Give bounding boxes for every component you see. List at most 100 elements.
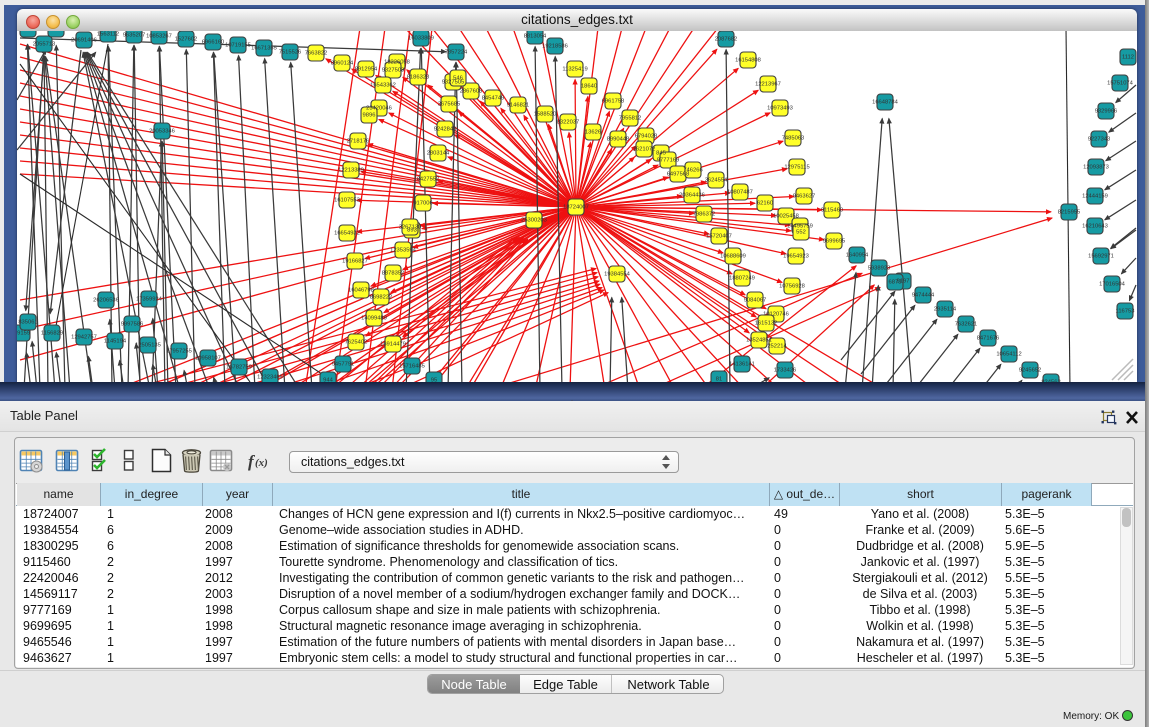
svg-text:16914479: 16914479 [380, 342, 406, 348]
svg-text:2803144: 2803144 [427, 151, 450, 157]
svg-text:12975115: 12975115 [784, 165, 809, 171]
svg-text:8698222: 8698222 [370, 295, 393, 301]
svg-text:10807487: 10807487 [727, 190, 753, 196]
svg-text:10654112: 10654112 [996, 352, 1021, 358]
svg-text:25300203: 25300203 [521, 218, 547, 224]
svg-text:20364436: 20364436 [679, 193, 705, 199]
svg-text:18724007: 18724007 [563, 205, 589, 211]
svg-text:1615132: 1615132 [755, 321, 778, 327]
svg-text:7625402: 7625402 [345, 340, 368, 346]
svg-text:10756928: 10756928 [779, 284, 805, 290]
svg-text:7663822: 7663822 [305, 51, 328, 57]
svg-text:10688609: 10688609 [720, 254, 746, 260]
svg-text:8912954: 8912954 [355, 67, 378, 73]
svg-text:16033809: 16033809 [408, 36, 434, 42]
svg-text:3267130: 3267130 [399, 225, 422, 231]
svg-text:10973493: 10973493 [767, 106, 793, 112]
svg-text:8427552: 8427552 [417, 177, 440, 183]
svg-text:9084067: 9084067 [744, 298, 767, 304]
svg-text:19384554: 19384554 [604, 272, 631, 278]
svg-text:1733426: 1733426 [774, 368, 797, 374]
svg-text:8813054: 8813054 [524, 34, 547, 40]
svg-text:546: 546 [453, 76, 463, 82]
svg-text:12353594: 12353594 [390, 248, 417, 254]
svg-text:9329966: 9329966 [1095, 109, 1118, 115]
svg-text:10120746: 10120746 [763, 312, 789, 318]
svg-text:1640954: 1640954 [846, 253, 869, 259]
svg-text:7857224: 7857224 [445, 50, 468, 56]
svg-text:1112: 1112 [1122, 55, 1134, 61]
svg-text:15751074: 15751074 [1107, 81, 1134, 87]
svg-text:3675685: 3675685 [438, 102, 461, 108]
svg-text:9146821: 9146821 [507, 103, 530, 109]
svg-text:16107553: 16107553 [334, 198, 360, 204]
svg-text:9474444: 9474444 [912, 293, 935, 299]
svg-text:1621072: 1621072 [633, 147, 656, 153]
svg-text:8960124: 8960124 [331, 61, 354, 67]
svg-text:7485063: 7485063 [782, 136, 805, 142]
svg-text:252214: 252214 [767, 344, 787, 350]
svg-text:18640: 18640 [581, 84, 597, 90]
svg-text:19166827: 19166827 [342, 259, 368, 265]
svg-text:9245652: 9245652 [1019, 368, 1042, 374]
svg-text:2935114: 2935114 [934, 307, 957, 313]
svg-text:19654923: 19654923 [783, 254, 809, 260]
svg-text:16154808: 16154808 [735, 58, 761, 64]
svg-text:12213389: 12213389 [338, 168, 364, 174]
svg-text:9463627: 9463627 [793, 194, 816, 200]
svg-text:7955812: 7955812 [619, 116, 642, 122]
svg-text:23420046: 23420046 [366, 106, 392, 112]
svg-text:15692971: 15692971 [1088, 254, 1114, 260]
svg-text:9777169: 9777169 [657, 158, 680, 164]
svg-text:10025458: 10025458 [773, 214, 799, 220]
svg-text:6794028: 6794028 [635, 134, 658, 140]
svg-text:18807249: 18807249 [729, 276, 755, 282]
svg-text:13626: 13626 [585, 130, 601, 136]
svg-text:3624554: 3624554 [705, 178, 728, 184]
svg-text:9242848: 9242848 [434, 127, 457, 133]
svg-text:17016504: 17016504 [1099, 282, 1126, 288]
svg-text:16648784: 16648784 [872, 100, 899, 106]
svg-text:6961758: 6961758 [602, 99, 625, 105]
svg-text:9115460: 9115460 [821, 208, 843, 214]
svg-text:9227343: 9227343 [1088, 137, 1111, 143]
svg-text:746266: 746266 [683, 168, 702, 174]
svg-text:9457791: 9457791 [332, 362, 355, 368]
svg-text:8990448: 8990448 [607, 137, 630, 143]
svg-text:8322037: 8322037 [557, 120, 580, 126]
svg-text:12213967: 12213967 [755, 82, 781, 88]
svg-text:8186328: 8186328 [407, 75, 430, 81]
svg-text:2867608: 2867608 [460, 89, 483, 95]
svg-text:9327503: 9327503 [382, 68, 405, 74]
svg-text:9896: 9896 [363, 113, 376, 119]
svg-text:16543362: 16543362 [370, 83, 396, 89]
svg-text:1588520: 1588520 [534, 112, 557, 118]
svg-text:11325419: 11325419 [562, 67, 587, 73]
svg-text:2718176: 2718176 [347, 139, 370, 145]
svg-text:5938923: 5938923 [868, 266, 891, 272]
svg-text:7632621: 7632621 [955, 322, 978, 328]
svg-text:18226058: 18226058 [384, 60, 410, 66]
svg-text:(x): (x) [255, 457, 268, 469]
svg-text:917006: 917006 [413, 201, 432, 207]
svg-text:9699695: 9699695 [823, 239, 846, 245]
svg-text:6873: 6873 [889, 280, 902, 286]
svg-text:552: 552 [796, 230, 806, 236]
svg-text:15716485: 15716485 [399, 364, 425, 370]
svg-text:12093873: 12093873 [1083, 165, 1109, 171]
svg-text:8454749: 8454749 [482, 96, 505, 102]
svg-text:2087682: 2087682 [715, 37, 738, 43]
svg-text:16210643: 16210643 [1082, 224, 1108, 230]
svg-text:62160: 62160 [757, 201, 773, 207]
svg-text:19218586: 19218586 [542, 44, 568, 50]
svg-text:16046798: 16046798 [348, 288, 374, 294]
svg-text:14099489: 14099489 [361, 316, 387, 322]
svg-text:8215955: 8215955 [1058, 210, 1081, 216]
svg-text:8471676: 8471676 [977, 336, 1000, 342]
svg-text:8878352: 8878352 [382, 271, 405, 277]
svg-text:7986372: 7986372 [693, 212, 716, 218]
svg-text:14136141: 14136141 [729, 362, 755, 368]
svg-text:845: 845 [656, 151, 666, 157]
svg-text:16654932: 16654932 [334, 231, 360, 237]
svg-text:12444159: 12444159 [1082, 194, 1108, 200]
